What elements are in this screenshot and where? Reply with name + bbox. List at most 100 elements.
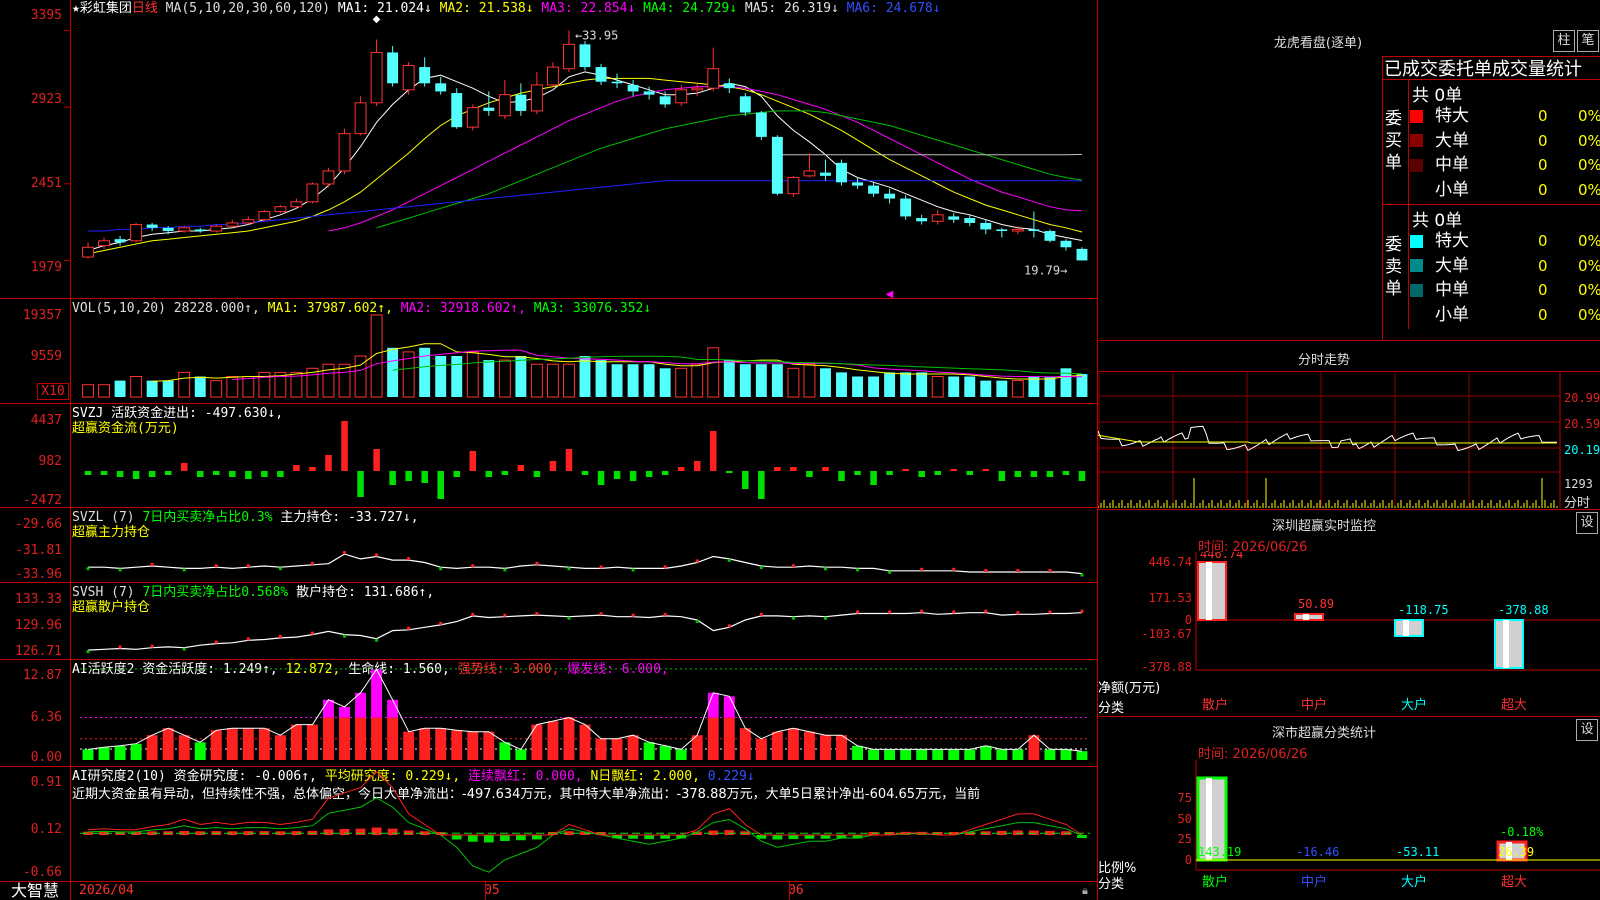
candle-body (1076, 248, 1088, 261)
buy-row-pct: 0% (1578, 156, 1600, 174)
ai1-bar-top (339, 706, 350, 718)
svzj-bar (180, 463, 188, 471)
ai1-bar (178, 735, 190, 760)
main-chart-area[interactable]: ★彩虹集团日线 MA(5,10,20,30,60,120) MA1: 21.02… (0, 0, 1098, 900)
sz-settings-button[interactable]: 设 (1576, 512, 1598, 534)
svzj-bar (100, 471, 108, 475)
svzj-bar (357, 471, 364, 497)
candle-body (402, 64, 415, 91)
candle-body (530, 84, 543, 112)
candle-body (387, 52, 399, 84)
candle-body (178, 227, 191, 232)
svzl-line (88, 553, 1083, 575)
volume-bar (530, 363, 543, 398)
svzj-bar (341, 421, 348, 471)
ai2-bar (772, 835, 783, 840)
volume-bar (868, 376, 880, 397)
svsh-line-tick (1080, 609, 1084, 613)
buy-total: 共 0单 (1412, 86, 1463, 106)
ai2-bar (644, 835, 655, 840)
volume-bar (627, 364, 639, 397)
ai1-bar (723, 717, 735, 760)
ai1-bar (210, 730, 222, 760)
svzj-bar (533, 471, 541, 477)
svzj-bar (597, 471, 605, 485)
cls-settings-button[interactable]: 设 (1576, 719, 1598, 741)
volume-bar (980, 380, 992, 397)
candle-body (466, 107, 479, 128)
sell-row-name: 特大 (1435, 231, 1469, 251)
svzl-line-tick (343, 551, 347, 555)
ai2-bar (708, 830, 719, 835)
svzj-bar (870, 471, 877, 485)
volume-bar (900, 372, 912, 397)
svzj-bar (774, 467, 781, 471)
volume-bar (546, 363, 559, 398)
svzj-bar (998, 471, 1006, 481)
candle-body (643, 91, 655, 95)
ai2-bar (1028, 830, 1039, 835)
svzl-line-tick (278, 567, 282, 571)
candle-body (948, 216, 960, 220)
candle-body (226, 222, 239, 227)
volume-bar (242, 376, 255, 398)
candle-body (546, 66, 559, 86)
sz-value-label: -378.88 (1498, 603, 1549, 617)
buy-color-swatch (1410, 183, 1423, 196)
ai1-bar (884, 749, 896, 760)
sell-total: 共 0单 (1412, 211, 1463, 231)
candle-body (611, 81, 623, 84)
ai2-bar (355, 828, 366, 835)
ai1-bar (675, 749, 687, 760)
svzl-line-tick (439, 567, 443, 571)
svzj-bar (373, 449, 380, 471)
sell-row-pct: 0% (1578, 305, 1600, 324)
volume-bar (884, 372, 896, 397)
buy-color-swatch (1410, 134, 1423, 147)
svsh-line-tick (535, 612, 539, 616)
svzj-bar (726, 471, 733, 473)
svsh-line-tick (310, 631, 314, 635)
volume-bar (836, 372, 847, 397)
tick-mode-button[interactable]: 笔 (1577, 30, 1599, 52)
candle-body (194, 229, 206, 232)
svzl-line-tick (599, 565, 603, 569)
candle-body (595, 67, 607, 82)
svsh-line-tick (759, 612, 763, 616)
low-price-label: 19.79→ (1024, 263, 1067, 277)
svzl-line-tick (631, 568, 635, 572)
sell-row: 特大 0 0% (1410, 229, 1600, 254)
buy-row: 小单 0 0% (1410, 178, 1600, 203)
ai1-bar-top (707, 692, 719, 718)
ai1-bar (1012, 749, 1024, 760)
sell-color-swatch (1410, 234, 1423, 248)
svzj-bar (164, 471, 172, 475)
svsh-line-tick (727, 624, 731, 628)
volume-bar (563, 363, 575, 398)
ai1-bar (307, 724, 318, 760)
volume-bar (996, 380, 1008, 397)
bar-mode-button[interactable]: 柱 (1553, 30, 1575, 52)
sell-row: 中单 0 0% (1410, 278, 1600, 303)
sz-ytick: 0 (1185, 613, 1192, 627)
volume-bar (466, 351, 479, 398)
ma-line-ma2 (87, 77, 1083, 255)
candle-body (916, 218, 928, 222)
sz-yunit: 净额(万元) (1098, 681, 1161, 696)
intraday-chart[interactable] (1098, 372, 1600, 508)
volume-bar (1076, 374, 1088, 397)
svzl-line-tick (1048, 569, 1052, 573)
ai1-bar (114, 745, 126, 760)
volume-bar (707, 347, 720, 398)
svzj-bar (84, 471, 92, 475)
svzj-bar (148, 471, 156, 477)
ai2-bar (499, 835, 510, 841)
candle-body (579, 44, 591, 68)
svsh-line-tick (278, 634, 282, 638)
sell-color-swatch (1410, 308, 1423, 321)
sell-row-pct: 0% (1578, 256, 1600, 275)
ai1-bar (755, 738, 767, 760)
svzj-bar (758, 471, 765, 499)
ai1-bar (435, 728, 447, 760)
candle-body (884, 193, 896, 199)
